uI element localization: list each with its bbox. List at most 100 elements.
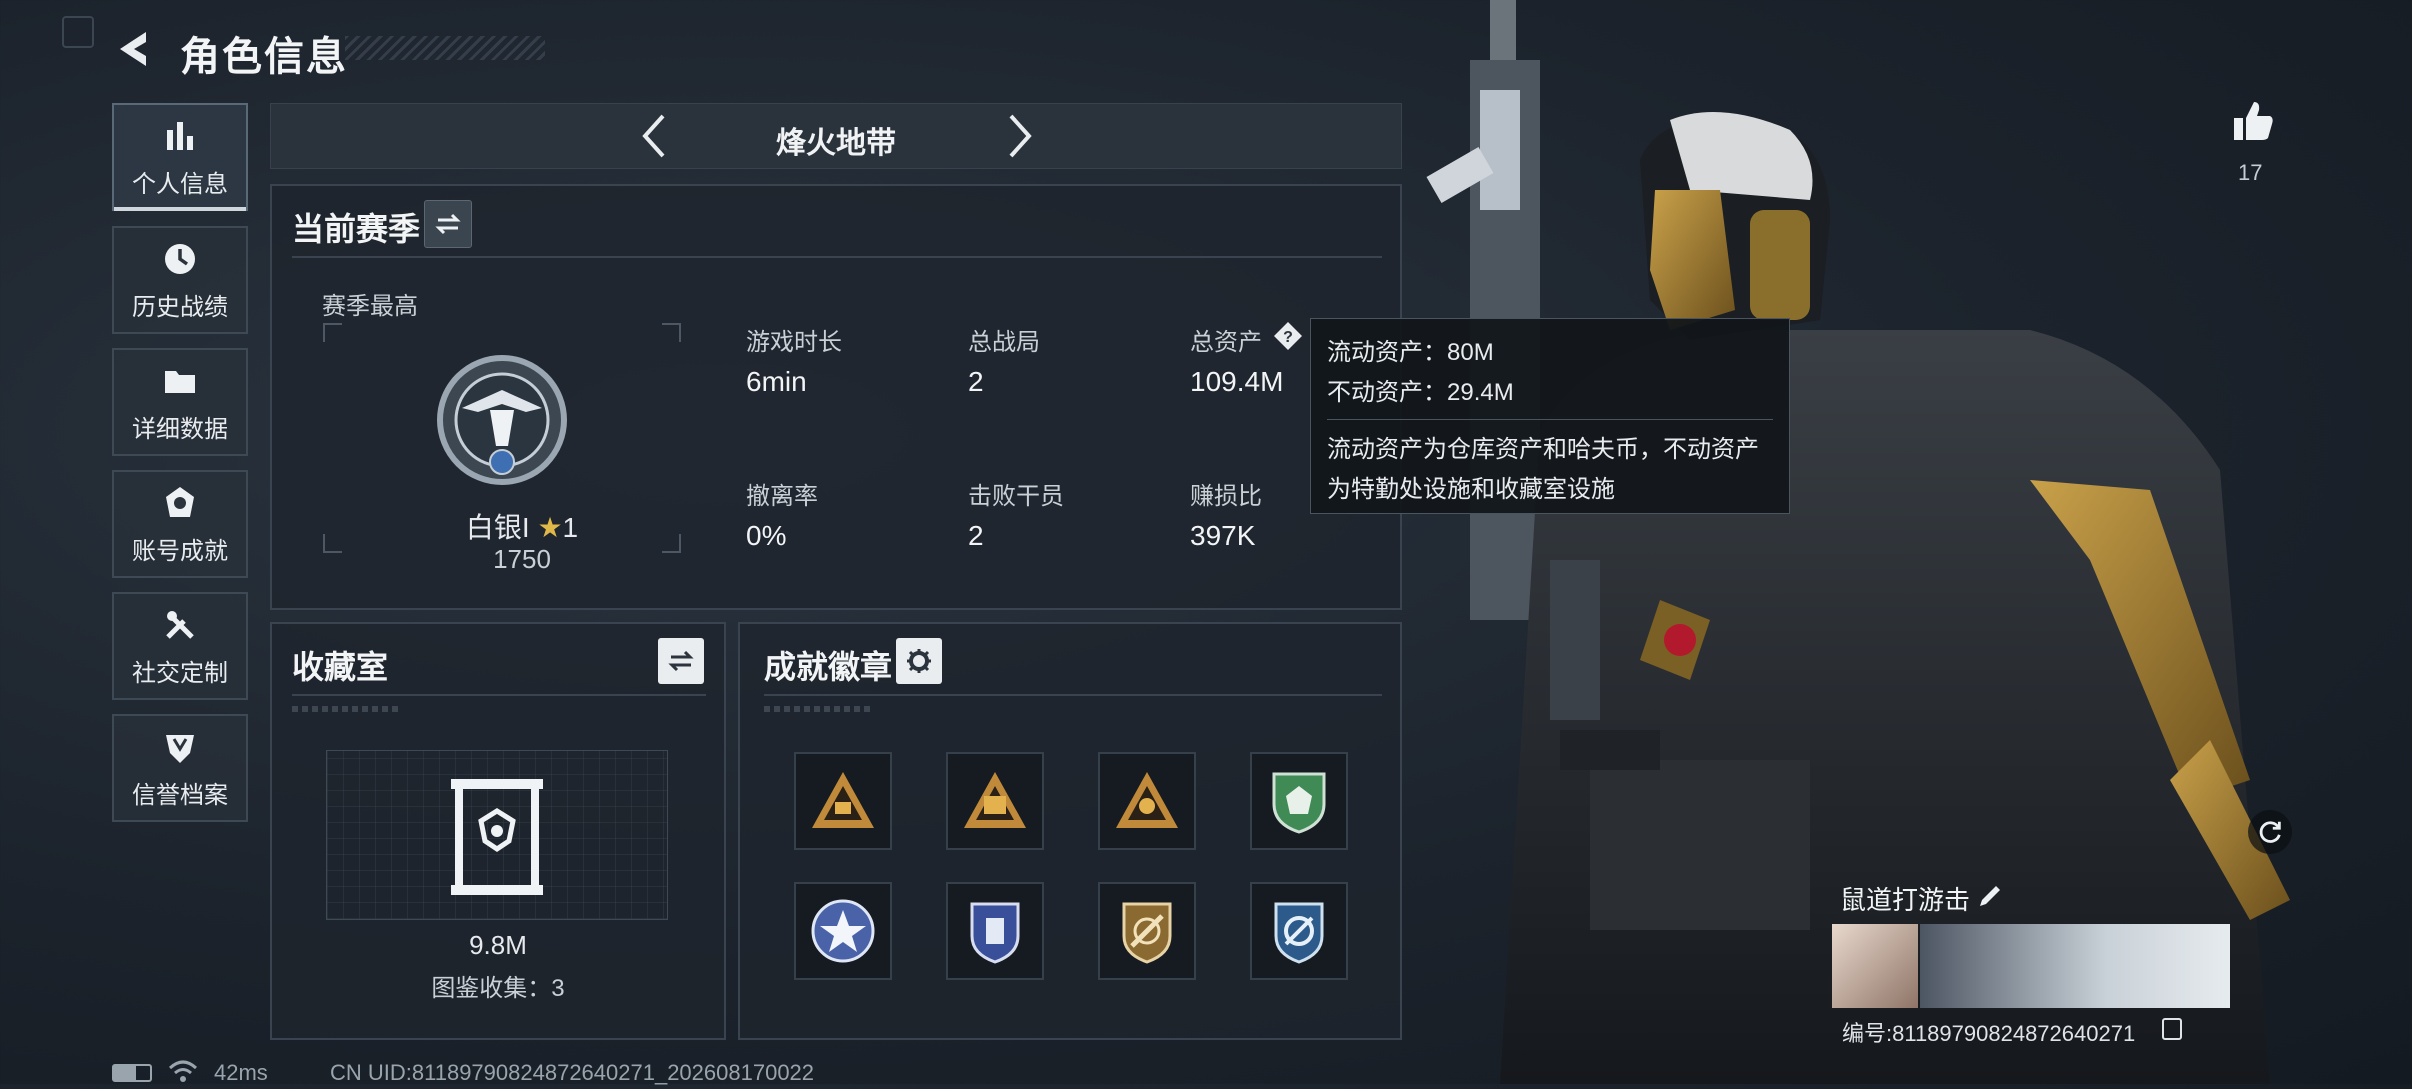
rotate-model-button[interactable]: [2248, 810, 2292, 854]
sidebar-item-label: 社交定制: [132, 659, 228, 687]
rank-stars: 1: [562, 512, 579, 543]
divider: [292, 256, 1382, 258]
achievement-badge[interactable]: [794, 882, 892, 980]
divider: [1327, 419, 1773, 420]
achievement-icon: [166, 486, 194, 517]
folder-icon: [165, 370, 195, 393]
season-panel: 当前赛季 赛季最高 白银I ★1 1750 游戏时长 6min 总战局 2 总资…: [270, 184, 1402, 610]
stat-label: 总资产: [1190, 329, 1262, 356]
collection-panel: 收藏室 9.8M 图鉴收集：3: [270, 622, 726, 1040]
zone-name: 烽火地带: [776, 127, 896, 160]
decoration: [764, 706, 874, 712]
shield-badge-icon: [1122, 902, 1172, 964]
badges-settings-button[interactable]: [896, 638, 942, 684]
bar-chart-icon: [167, 121, 193, 150]
stat-label: 游戏时长: [746, 329, 842, 356]
rank-line: 白银I ★1: [432, 506, 612, 546]
name-card-banner: [1920, 924, 2230, 1008]
achievement-badge[interactable]: [1098, 752, 1196, 850]
next-zone-button[interactable]: [991, 108, 1047, 164]
asset-help-button[interactable]: ?: [1272, 320, 1304, 352]
help-icon: ?: [1274, 322, 1302, 350]
achievement-badge[interactable]: [1250, 882, 1348, 980]
player-name-text: 鼠道打游击: [1840, 885, 1971, 915]
sidebar-item-achievements[interactable]: 账号成就: [112, 470, 248, 578]
star-badge-icon: [811, 899, 875, 963]
collection-title: 收藏室: [292, 649, 389, 685]
sidebar-item-credibility[interactable]: 信誉档案: [112, 714, 248, 822]
stat-label: 总战局: [968, 329, 1040, 356]
like-count: 17: [2238, 160, 2263, 185]
player-name: 鼠道打游击: [1840, 880, 1970, 917]
sidebar-item-profile[interactable]: 个人信息: [112, 103, 248, 211]
stat-value: 2: [968, 366, 984, 397]
tools-icon: [166, 610, 194, 639]
shield-badge-icon: [1272, 772, 1326, 834]
season-title: 当前赛季: [292, 211, 421, 247]
rank-emblem-icon: [437, 355, 567, 485]
player-id: 编号:811897908248726402​71: [1842, 1021, 2136, 1046]
like-button[interactable]: [2230, 98, 2276, 144]
achievement-badge[interactable]: [946, 752, 1044, 850]
collection-preview[interactable]: [326, 750, 668, 920]
chevron-right-icon: [1009, 114, 1032, 158]
season-switch-button[interactable]: [424, 200, 472, 248]
divider: [292, 694, 706, 696]
thumbs-up-icon: [2234, 102, 2273, 140]
triangle-badge-icon: [812, 772, 874, 828]
sidebar-item-label: 详细数据: [132, 415, 228, 443]
sidebar-item-social[interactable]: 社交定制: [112, 592, 248, 700]
collection-switch-button[interactable]: [658, 638, 704, 684]
back-button[interactable]: [112, 26, 158, 72]
copy-icon[interactable]: [2162, 1018, 2182, 1040]
avatar[interactable]: [1832, 924, 1918, 1008]
achievement-badge[interactable]: [946, 882, 1044, 980]
achievement-badge[interactable]: [1098, 882, 1196, 980]
stat-label: 撤离率: [746, 483, 818, 510]
stat-value: 109.4M: [1190, 366, 1284, 397]
badges-title: 成就徽章: [764, 649, 893, 685]
sidebar-item-label: 个人信息: [132, 170, 228, 198]
catalog-count: 图鉴收集：3: [431, 975, 565, 1002]
title-decoration: [345, 36, 545, 60]
rank-score: 1750: [493, 544, 551, 574]
stat-label: 击败干员: [968, 483, 1064, 510]
corner-marker: [62, 16, 94, 48]
swap-icon: [435, 213, 461, 235]
sidebar-item-label: 信誉档案: [132, 781, 228, 809]
sidebar-item-history[interactable]: 历史战绩: [112, 226, 248, 334]
season-best-label: 赛季最高: [322, 293, 418, 320]
back-arrow-icon: [120, 32, 146, 66]
triangle-badge-icon: [1116, 772, 1178, 828]
triangle-badge-icon: [964, 772, 1026, 828]
collection-value: 9.8M: [469, 930, 527, 960]
page-title: 角色信息: [180, 35, 348, 79]
shield-badge-icon: [970, 902, 1020, 964]
player-card: 鼠道打游击: [1830, 880, 2296, 1008]
sidebar-item-label: 账号成就: [132, 537, 228, 565]
star-icon: ★: [537, 512, 563, 543]
tooltip-desc-line2: 为特勤处设施和收藏室设施: [1327, 476, 1615, 503]
stat-value: 397K: [1190, 520, 1256, 551]
stat-label: 赚损比: [1190, 483, 1262, 510]
edit-name-button[interactable]: [1976, 882, 2004, 910]
sidebar-item-label: 历史战绩: [132, 293, 228, 321]
decoration: [292, 706, 402, 712]
rank-name: 白银I: [465, 512, 530, 543]
tooltip-fixed: 不动资产：29.4M: [1327, 379, 1514, 406]
achievement-badge[interactable]: [1250, 752, 1348, 850]
ping-text: 42ms: [214, 1060, 268, 1085]
refresh-icon: [2259, 821, 2281, 843]
achievement-badge[interactable]: [794, 752, 892, 850]
uid-text: CN UID:811897908248726402​71_20260817002…: [330, 1060, 815, 1085]
tooltip-liquid: 流动资产：80M: [1327, 339, 1494, 366]
wifi-icon: [168, 1058, 198, 1084]
svg-text:?: ?: [1283, 329, 1293, 346]
history-clock-icon: [165, 243, 195, 274]
tooltip-desc-line1: 流动资产为仓库资产和哈夫币，不动资产: [1327, 436, 1759, 463]
asset-tooltip: 流动资产：80M 不动资产：29.4M 流动资产为仓库资产和哈夫币，不动资产 为…: [1310, 318, 1790, 514]
sidebar-item-details[interactable]: 详细数据: [112, 348, 248, 456]
swap-icon: [668, 650, 694, 672]
divider: [764, 694, 1382, 696]
zone-selector: 烽火地带: [270, 103, 1402, 169]
